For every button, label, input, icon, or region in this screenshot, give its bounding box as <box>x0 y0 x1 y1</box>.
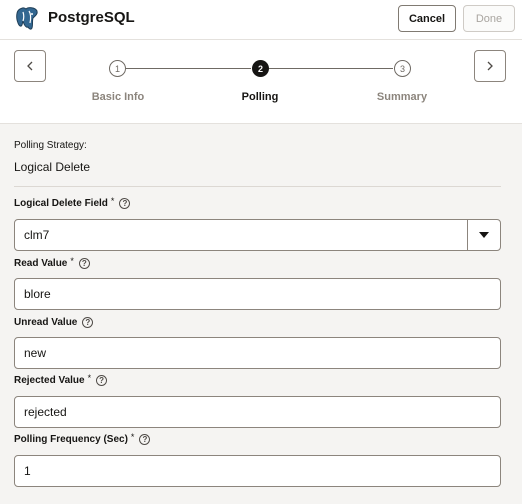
chevron-left-icon <box>27 61 33 71</box>
required-marker: * <box>130 431 135 442</box>
rejected-value-label: Rejected Value * ? <box>14 372 108 386</box>
polling-strategy-value: Logical Delete <box>14 160 91 174</box>
step-2-indicator[interactable]: 2 <box>252 60 269 77</box>
train-connector <box>126 68 251 69</box>
polling-strategy-label: Polling Strategy: <box>14 140 87 151</box>
step-1-indicator[interactable]: 1 <box>109 60 126 77</box>
previous-step-button[interactable] <box>14 50 46 82</box>
help-icon[interactable]: ? <box>82 317 94 328</box>
section-divider <box>14 186 501 187</box>
postgresql-elephant-icon <box>16 7 38 30</box>
read-value-label: Read Value * ? <box>14 255 90 269</box>
unread-value-input[interactable]: new <box>14 337 501 369</box>
step-3-indicator[interactable]: 3 <box>394 60 411 77</box>
read-value-input[interactable]: blore <box>14 278 501 310</box>
required-marker: * <box>70 255 74 266</box>
step-3-label[interactable]: Summary <box>352 91 452 103</box>
required-marker: * <box>87 372 92 383</box>
select-value: clm7 <box>24 228 50 242</box>
chevron-right-icon <box>487 61 493 71</box>
dropdown-button[interactable] <box>467 220 500 250</box>
caret-down-icon <box>479 232 489 238</box>
unread-value-label: Unread Value ? <box>14 317 94 328</box>
polling-frequency-label: Polling Frequency (Sec) * ? <box>14 431 151 445</box>
help-icon[interactable]: ? <box>139 434 151 445</box>
help-icon[interactable]: ? <box>96 375 108 386</box>
step-2-label[interactable]: Polling <box>210 91 310 103</box>
header-bar: PostgreSQL Cancel Done <box>0 0 522 40</box>
rejected-value-input[interactable]: rejected <box>14 396 501 428</box>
polling-form: Polling Strategy: Logical Delete Logical… <box>0 125 522 504</box>
train-connector <box>269 68 393 69</box>
polling-frequency-input[interactable]: 1 <box>14 455 501 487</box>
help-icon[interactable]: ? <box>78 258 90 269</box>
step-train: 1 2 3 Basic Info Polling Summary <box>0 40 522 124</box>
done-button[interactable]: Done <box>463 5 515 32</box>
help-icon[interactable]: ? <box>119 198 131 209</box>
logical-delete-field-label: Logical Delete Field * ? <box>14 195 131 209</box>
cancel-button[interactable]: Cancel <box>398 5 456 32</box>
required-marker: * <box>110 195 115 206</box>
logical-delete-field-select[interactable]: clm7 <box>14 219 501 251</box>
app-title: PostgreSQL <box>48 9 135 26</box>
next-step-button[interactable] <box>474 50 506 82</box>
step-1-label[interactable]: Basic Info <box>68 91 168 103</box>
